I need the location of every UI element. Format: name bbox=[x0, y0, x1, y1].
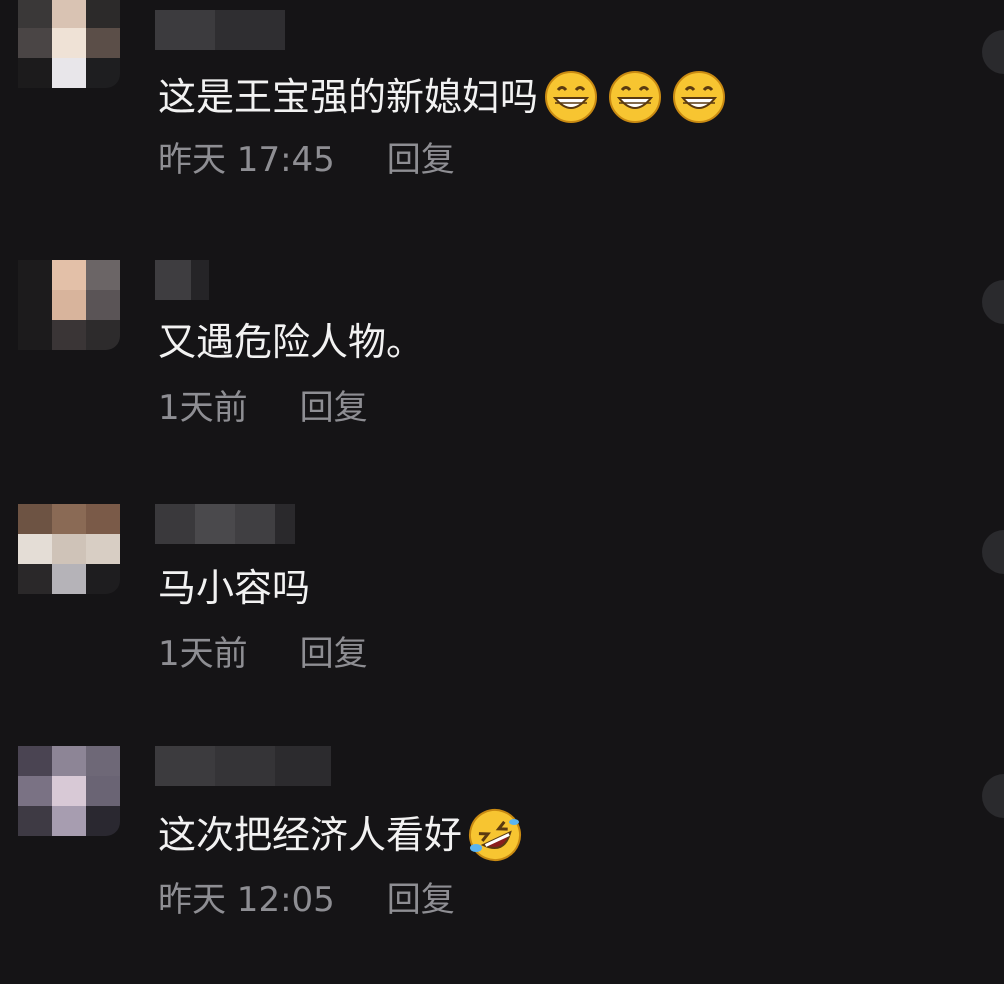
reply-button[interactable]: 回复 bbox=[387, 140, 455, 180]
reply-button[interactable]: 回复 bbox=[387, 880, 455, 920]
comment-text-content: 又遇危险人物。 bbox=[158, 320, 425, 364]
comment-time: 昨天 12:05 bbox=[158, 880, 335, 920]
comment-item: 这次把经济人看好 昨天 12:05 回复 bbox=[0, 744, 1004, 984]
rolling-on-floor-laughing-icon bbox=[469, 809, 522, 861]
username-blurred[interactable] bbox=[155, 504, 295, 544]
avatar[interactable] bbox=[18, 260, 120, 350]
comment-text: 这是王宝强的新媳妇吗 bbox=[158, 70, 726, 124]
grinning-face-icon bbox=[545, 71, 598, 123]
username-blurred[interactable] bbox=[155, 10, 285, 50]
avatar[interactable] bbox=[18, 746, 120, 836]
comment-text-content: 马小容吗 bbox=[158, 566, 311, 610]
comment-item: 又遇危险人物。 1天前 回复 bbox=[0, 250, 1004, 490]
like-icon[interactable] bbox=[982, 280, 1004, 324]
grinning-face-icon bbox=[609, 71, 662, 123]
comment-text: 马小容吗 bbox=[158, 566, 310, 610]
username-blurred[interactable] bbox=[155, 260, 209, 300]
comment-meta: 昨天 12:05 回复 bbox=[158, 880, 455, 920]
comment-item: 这是王宝强的新媳妇吗 昨天 17:45 回复 bbox=[0, 0, 1004, 240]
comment-time: 1天前 bbox=[158, 634, 248, 674]
comment-meta: 1天前 回复 bbox=[158, 388, 368, 428]
avatar[interactable] bbox=[18, 0, 120, 88]
comment-text-content: 这次把经济人看好 bbox=[158, 813, 463, 857]
comment-text: 这次把经济人看好 bbox=[158, 808, 522, 862]
comment-item: 马小容吗 1天前 回复 bbox=[0, 500, 1004, 740]
like-icon[interactable] bbox=[982, 530, 1004, 574]
like-icon[interactable] bbox=[982, 30, 1004, 74]
comment-meta: 1天前 回复 bbox=[158, 634, 368, 674]
comment-text: 又遇危险人物。 bbox=[158, 320, 424, 364]
comment-time: 昨天 17:45 bbox=[158, 140, 335, 180]
avatar[interactable] bbox=[18, 504, 120, 594]
comment-meta: 昨天 17:45 回复 bbox=[158, 140, 455, 180]
like-icon[interactable] bbox=[982, 774, 1004, 818]
username-blurred[interactable] bbox=[155, 746, 331, 786]
comment-time: 1天前 bbox=[158, 388, 248, 428]
reply-button[interactable]: 回复 bbox=[300, 634, 368, 674]
comment-text-content: 这是王宝强的新媳妇吗 bbox=[158, 75, 539, 119]
grinning-face-icon bbox=[673, 71, 726, 123]
reply-button[interactable]: 回复 bbox=[300, 388, 368, 428]
